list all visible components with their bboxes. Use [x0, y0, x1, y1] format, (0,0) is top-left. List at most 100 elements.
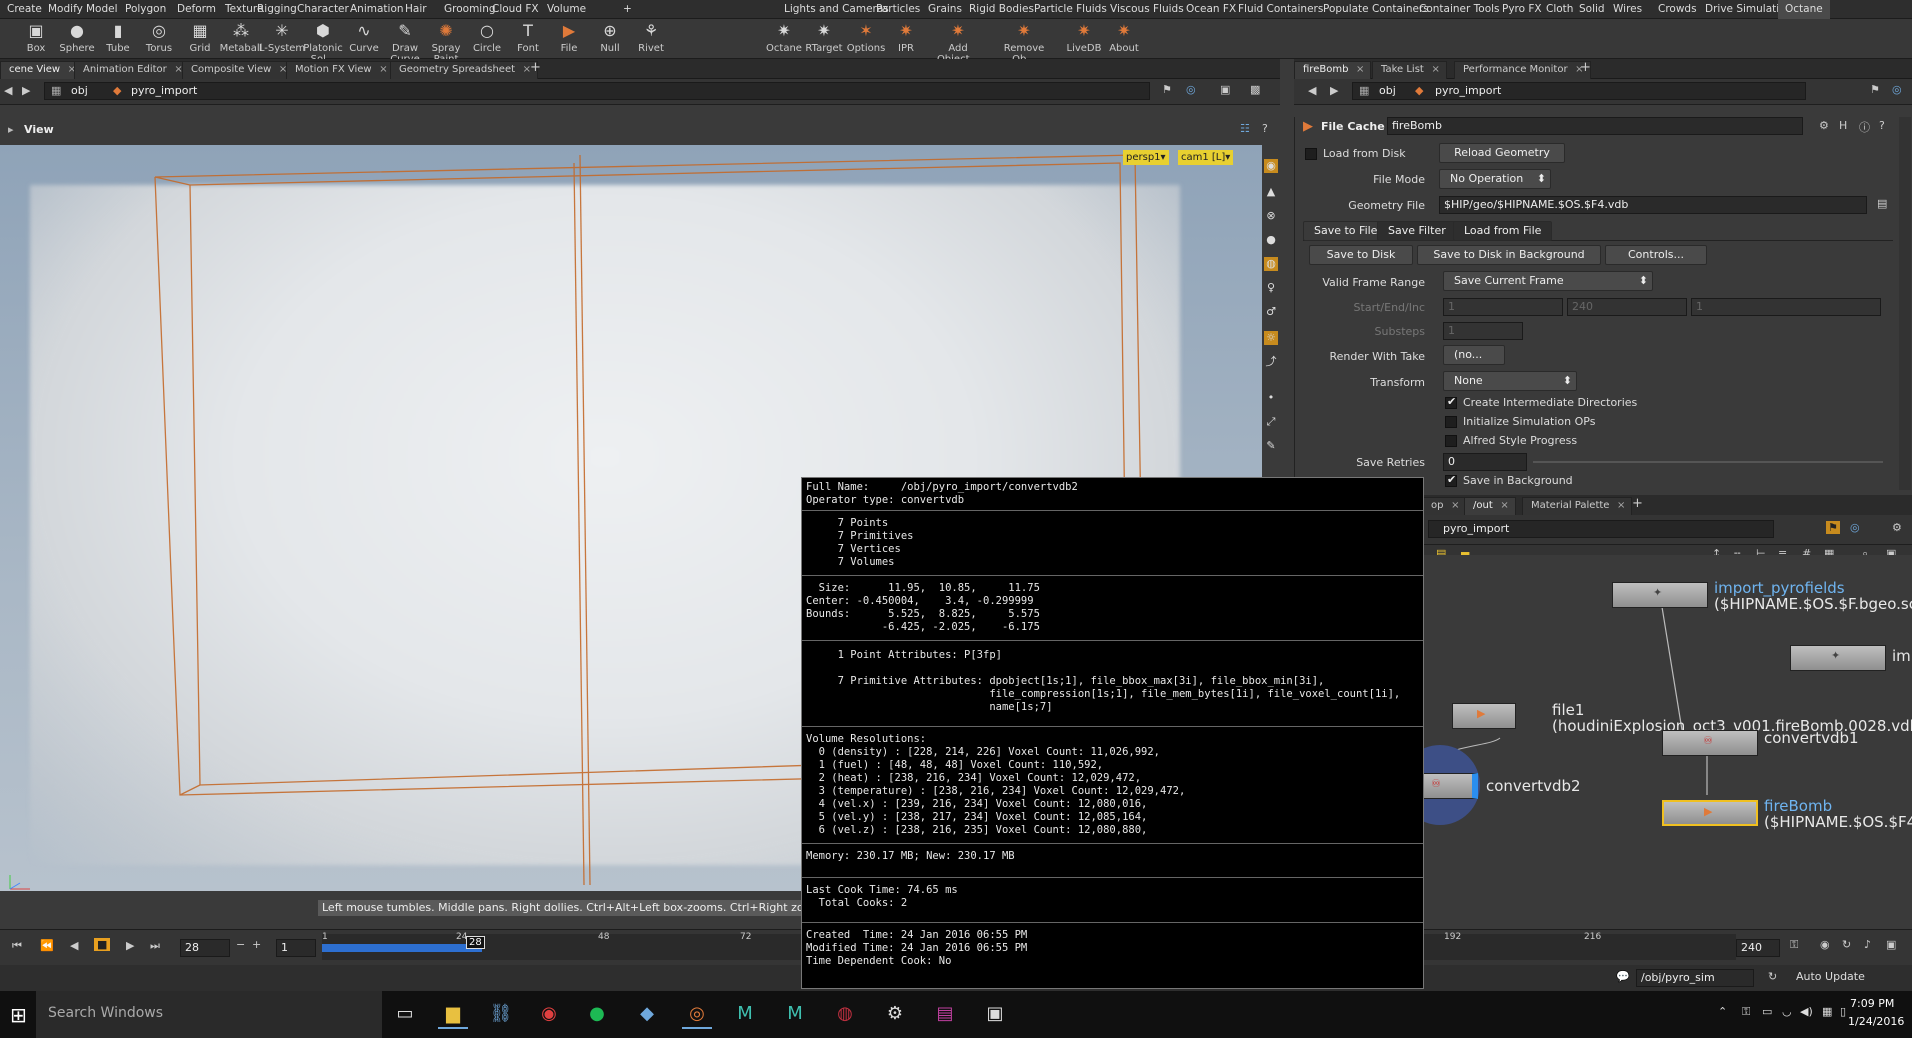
search-box[interactable]: Search Windows	[36, 991, 382, 1038]
forward-icon[interactable]: ▶	[22, 84, 30, 97]
display-options-icon[interactable]: ▣	[1220, 83, 1230, 96]
play-icon[interactable]: ▶	[126, 939, 134, 952]
current-frame-field[interactable]: 28	[180, 939, 230, 957]
save-retries-field[interactable]: 0	[1443, 453, 1527, 471]
app3-icon[interactable]: ▤	[930, 999, 960, 1029]
link-icon[interactable]: ◎	[1892, 83, 1902, 96]
network-path[interactable]: pyro_import	[1443, 521, 1509, 537]
geometry-file-field[interactable]: $HIP/geo/$HIPNAME.$OS.$F4.vdb	[1439, 196, 1867, 214]
maya-icon[interactable]: M	[730, 999, 760, 1029]
close-icon[interactable]: ⊗	[1264, 209, 1278, 223]
tab-save-filter[interactable]: Save Filter	[1377, 221, 1457, 241]
tray-chevron-icon[interactable]: ⌃	[1718, 1005, 1727, 1018]
maya2-icon[interactable]: M	[780, 999, 810, 1029]
audio-icon[interactable]: ♪	[1864, 938, 1871, 951]
tray-wifi-icon[interactable]: ◡	[1782, 1005, 1792, 1018]
end-field[interactable]: 240	[1567, 298, 1687, 316]
point-icon[interactable]: •	[1264, 391, 1278, 405]
alfred-checkbox[interactable]	[1445, 435, 1457, 447]
file-mode-menu[interactable]: No Operation ⬍	[1439, 169, 1551, 189]
gear-icon[interactable]: ⚙	[1819, 119, 1829, 132]
shelf-tab-deform[interactable]: Deform	[170, 0, 223, 19]
close-tab-icon[interactable]: ×	[1451, 498, 1459, 514]
volume-icon[interactable]: ◀)	[1800, 1005, 1813, 1018]
pane-tab--out[interactable]: /out ×	[1464, 497, 1516, 515]
persp-camera-menu[interactable]: persp1▾	[1123, 150, 1169, 165]
close-tab-icon[interactable]: ×	[1431, 62, 1439, 78]
clock-time[interactable]: 7:09 PM	[1850, 997, 1894, 1010]
save-to-disk-button[interactable]: Save to Disk	[1309, 245, 1413, 265]
stop-icon[interactable]: ■	[94, 938, 111, 951]
auto-update-menu[interactable]: Auto Update	[1796, 970, 1865, 983]
load-from-disk-checkbox[interactable]	[1305, 148, 1317, 160]
app2-icon[interactable]: ◍	[830, 999, 860, 1029]
path-obj[interactable]: obj	[71, 83, 88, 99]
gear-icon[interactable]: ⚙	[1892, 521, 1902, 534]
shelf-tab-wires[interactable]: Wires	[1606, 0, 1649, 19]
shelf-tab-viscous-fluids[interactable]: Viscous Fluids	[1103, 0, 1191, 19]
shelf-tab-cloud-fx[interactable]: Cloud FX	[485, 0, 546, 19]
target-icon[interactable]: ♂	[1264, 305, 1278, 319]
options-icon[interactable]: ▣	[1886, 938, 1896, 951]
decrement-icon[interactable]: −	[236, 938, 245, 951]
tray-icon[interactable]: ⚿	[1742, 1005, 1750, 1019]
start-field[interactable]: 1	[1443, 298, 1563, 316]
back-icon[interactable]: ◀	[1308, 84, 1316, 97]
add-tab-icon[interactable]: +	[530, 60, 541, 75]
cam-menu[interactable]: cam1 [L]▾	[1178, 150, 1234, 165]
step-back-icon[interactable]: ◀	[70, 939, 78, 952]
pane-tab-op[interactable]: op ×	[1422, 497, 1467, 515]
pane-tab-take-list[interactable]: Take List ×	[1372, 61, 1447, 79]
right-path-field[interactable]: ▦ obj ◆ pyro_import	[1352, 82, 1806, 100]
firebomb-node[interactable]: ▶	[1662, 800, 1758, 826]
spotify-icon[interactable]: ●	[582, 999, 612, 1029]
first-frame-icon[interactable]: ⏮	[12, 939, 22, 953]
windows-start-icon[interactable]: ⊞	[10, 1003, 27, 1027]
im-node[interactable]: ✦	[1790, 645, 1886, 671]
transform-menu[interactable]: None ⬍	[1443, 371, 1577, 391]
increment-icon[interactable]: +	[252, 938, 261, 951]
last-frame-icon[interactable]: ⏭	[150, 939, 160, 953]
inc-field[interactable]: 1	[1691, 298, 1881, 316]
snapshot-icon[interactable]: ▩	[1250, 83, 1260, 96]
link-icon[interactable]: ◎	[1186, 83, 1196, 96]
params-scrollbar[interactable]	[1899, 117, 1911, 490]
view-menu-icon[interactable]: ▸	[8, 123, 14, 136]
task-view-icon[interactable]: ▭	[390, 999, 420, 1029]
shelf-tab-polygon[interactable]: Polygon	[118, 0, 173, 19]
add-shelf-icon[interactable]: +	[616, 0, 639, 19]
realtime-icon[interactable]: ◉	[1820, 938, 1830, 951]
help-icon[interactable]: ?	[1879, 119, 1885, 132]
pane-tab-performance-monitor[interactable]: Performance Monitor ×	[1454, 61, 1591, 79]
node-name-field[interactable]: fireBomb	[1387, 117, 1803, 135]
path-pyro-import[interactable]: pyro_import	[131, 83, 197, 99]
close-tab-icon[interactable]: ×	[1356, 62, 1364, 78]
shelf-tab-particle-fluids[interactable]: Particle Fluids	[1027, 0, 1114, 19]
convertvdb1-node[interactable]: ♾	[1662, 730, 1758, 756]
info-icon[interactable]: ⓘ	[1859, 119, 1870, 135]
file-explorer-icon[interactable]: ▆	[438, 999, 468, 1029]
app4-icon[interactable]: ▣	[980, 999, 1010, 1029]
pen-icon[interactable]: ✎	[1264, 439, 1278, 453]
add-tab-icon[interactable]: +	[1632, 496, 1643, 511]
file1-node[interactable]: ▶	[1452, 703, 1516, 729]
convertvdb2-node[interactable]: ♾	[1422, 773, 1478, 799]
steam-icon[interactable]: ⚙	[880, 999, 910, 1029]
keyboard-icon[interactable]: ▦	[1822, 1005, 1832, 1018]
playhead[interactable]: 28	[466, 936, 485, 949]
save-retries-slider[interactable]	[1533, 461, 1883, 463]
create-dirs-checkbox[interactable]	[1445, 395, 1457, 409]
close-tab-icon[interactable]: ×	[1500, 498, 1508, 514]
chrome-icon[interactable]: ◉	[534, 999, 564, 1029]
refresh-icon[interactable]: ↻	[1768, 970, 1777, 983]
network-editor[interactable]: ✦ import_pyrofields ($HIPNAME.$OS.$F.bge…	[1400, 555, 1912, 925]
save-in-bg-checkbox[interactable]	[1445, 473, 1457, 487]
shelf-tab-hair[interactable]: Hair	[398, 0, 434, 19]
tab-save-to-file[interactable]: Save to File	[1303, 221, 1389, 241]
network-app-icon[interactable]: ⛓	[486, 999, 516, 1029]
shelf-tab-particles[interactable]: Particles	[869, 0, 927, 19]
shelf-tab-volume[interactable]: Volume	[540, 0, 593, 19]
brush-icon[interactable]: ⤢	[1264, 415, 1278, 429]
tab-load-from-file[interactable]: Load from File	[1453, 221, 1553, 241]
shelf-tab-crowds[interactable]: Crowds	[1651, 0, 1704, 19]
